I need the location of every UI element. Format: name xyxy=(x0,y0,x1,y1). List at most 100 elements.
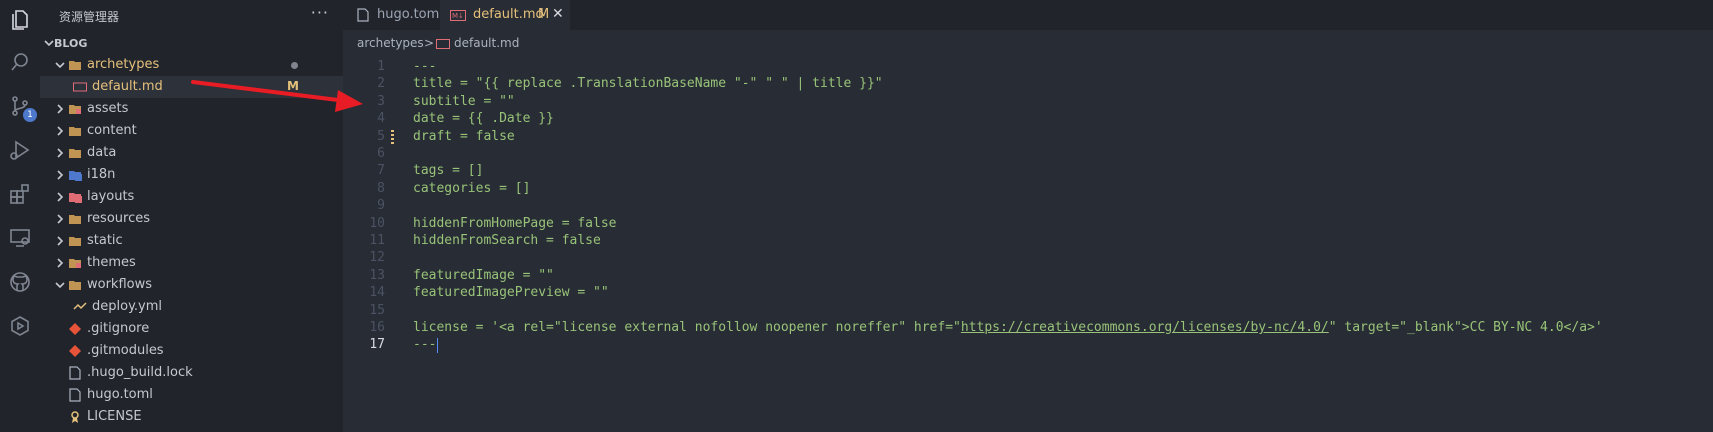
tree-item-themes[interactable]: themes xyxy=(40,252,343,274)
close-icon[interactable]: ✕ xyxy=(552,6,564,22)
line-number: 1 xyxy=(377,59,385,74)
tree-item-gitignore[interactable]: .gitignore xyxy=(40,318,343,340)
tree-item-label: default.md xyxy=(92,79,163,94)
markdown-icon: M↓ xyxy=(450,10,466,21)
code-text: featuredImage = "" xyxy=(413,267,554,283)
tree-item-content[interactable]: content xyxy=(40,120,343,142)
deploy-icon[interactable] xyxy=(0,306,40,346)
line-number: 4 xyxy=(377,111,385,127)
chevron-down-icon xyxy=(54,279,66,291)
chevron-right-icon xyxy=(54,235,66,247)
code-line[interactable]: 17 --- xyxy=(343,336,1713,355)
breadcrumb: archetypes > default.md xyxy=(343,34,1713,54)
tree-item-label: .hugo_build.lock xyxy=(87,365,193,380)
tree-item-license[interactable]: LICENSE xyxy=(40,406,343,428)
source-control-icon[interactable]: 1 xyxy=(0,86,40,126)
folder-layout-icon xyxy=(68,190,82,204)
line-number: 8 xyxy=(377,180,385,196)
chevron-right-icon xyxy=(54,169,66,181)
tree-item-default-md[interactable]: default.md M xyxy=(40,76,343,98)
tree-item-assets[interactable]: assets xyxy=(40,98,343,120)
tree-item-data[interactable]: data xyxy=(40,142,343,164)
markdown-icon xyxy=(436,39,450,49)
line-number: 5 xyxy=(377,128,385,144)
editor-area: hugo.toml M↓ default.md M ✕ archetypes >… xyxy=(343,0,1713,432)
tree-item-layouts[interactable]: layouts xyxy=(40,186,343,208)
code-line[interactable]: 2 title = "{{ replace .TranslationBaseNam… xyxy=(343,75,1713,94)
run-debug-icon[interactable] xyxy=(0,130,40,170)
tree-root[interactable]: BLOG xyxy=(40,32,343,54)
tree-item-label: assets xyxy=(87,101,129,116)
line-number: 3 xyxy=(377,93,385,109)
tree-item-gitmodules[interactable]: .gitmodules xyxy=(40,340,343,362)
tree-item-label: resources xyxy=(87,211,151,226)
explorer-sidebar: 资源管理器 ··· BLOG archetypes default.md M asse… xyxy=(40,0,343,432)
github-icon[interactable] xyxy=(0,262,40,302)
code-line[interactable]: 8 categories = [] xyxy=(343,180,1713,199)
tree-item-resources[interactable]: resources xyxy=(40,208,343,230)
tree-item-label: data xyxy=(87,145,117,160)
yaml-icon xyxy=(73,300,87,314)
code-line[interactable]: 15 xyxy=(343,302,1713,321)
more-actions-icon[interactable]: ··· xyxy=(311,3,329,22)
tree-item-static[interactable]: static xyxy=(40,230,343,252)
folder-i18n-icon xyxy=(68,168,82,182)
remote-explorer-icon[interactable] xyxy=(0,218,40,258)
code-line[interactable]: 3 subtitle = "" xyxy=(343,93,1713,112)
code-text: --- xyxy=(413,337,437,353)
source-control-badge: 1 xyxy=(23,108,37,122)
code-line[interactable]: 10 hiddenFromHomePage = false xyxy=(343,215,1713,234)
breadcrumb-folder[interactable]: archetypes xyxy=(357,36,424,50)
code-line[interactable]: 14 featuredImagePreview = "" xyxy=(343,284,1713,303)
code-line[interactable]: 6 xyxy=(343,145,1713,164)
tree-item-deploy-yml[interactable]: deploy.yml xyxy=(40,296,343,318)
search-icon[interactable] xyxy=(0,42,40,82)
activity-bar: 1 xyxy=(0,0,40,432)
modified-dot xyxy=(291,62,298,69)
extensions-icon[interactable] xyxy=(0,174,40,214)
git-icon xyxy=(68,344,82,358)
chevron-right-icon xyxy=(54,257,66,269)
explorer-title: 资源管理器 xyxy=(59,10,120,24)
line-number: 12 xyxy=(369,250,385,266)
line-number: 7 xyxy=(377,163,385,179)
tree-item-label: themes xyxy=(87,255,136,270)
license-link[interactable]: https://creativecommons.org/licenses/by-… xyxy=(961,320,1329,335)
line-number: 9 xyxy=(377,198,385,214)
tree-item-workflows[interactable]: workflows xyxy=(40,274,343,296)
markdown-icon xyxy=(73,80,87,94)
tab-label: default.md xyxy=(473,7,544,22)
code-text: hiddenFromHomePage = false xyxy=(413,215,617,231)
license-icon xyxy=(68,410,82,424)
tree-item-archetypes[interactable]: archetypes xyxy=(40,54,343,76)
text-cursor xyxy=(437,338,438,354)
files-icon[interactable] xyxy=(0,0,40,40)
code-line[interactable]: 9 xyxy=(343,197,1713,216)
code-line[interactable]: 1 --- xyxy=(343,58,1713,77)
tree-item-hugo-toml[interactable]: hugo.toml xyxy=(40,384,343,406)
tree-item-hugo-build-lock[interactable]: .hugo_build.lock xyxy=(40,362,343,384)
code-text: hiddenFromSearch = false xyxy=(413,233,601,248)
tab-default-md[interactable]: M↓ default.md M ✕ xyxy=(440,0,570,30)
code-line[interactable]: 11 hiddenFromSearch = false xyxy=(343,232,1713,251)
tree-item-i18n[interactable]: i18n xyxy=(40,164,343,186)
tree-item-label: LICENSE xyxy=(87,409,142,424)
code-line[interactable]: 5 draft = false xyxy=(343,128,1713,147)
code-line[interactable]: 4 date = {{ .Date }} xyxy=(343,110,1713,129)
file-icon xyxy=(68,388,82,402)
code-line[interactable]: 16 license = '<a rel="license external no… xyxy=(343,319,1713,338)
file-icon xyxy=(357,8,369,22)
code-line[interactable]: 7 tags = [] xyxy=(343,162,1713,181)
code-line[interactable]: 13 featuredImage = "" xyxy=(343,267,1713,286)
code-text: tags = [] xyxy=(413,163,484,179)
tree-item-label: deploy.yml xyxy=(92,299,163,314)
breadcrumb-file[interactable]: default.md xyxy=(454,36,519,50)
folder-icon xyxy=(68,146,82,160)
code-text: date = {{ .Date }} xyxy=(413,111,554,127)
file-icon xyxy=(68,366,82,380)
tree-item-label: layouts xyxy=(87,189,135,204)
tab-hugo-toml[interactable]: hugo.toml xyxy=(343,0,443,30)
folder-open-icon xyxy=(68,58,82,72)
code-line[interactable]: 12 xyxy=(343,249,1713,268)
breadcrumb-separator: > xyxy=(424,36,435,50)
